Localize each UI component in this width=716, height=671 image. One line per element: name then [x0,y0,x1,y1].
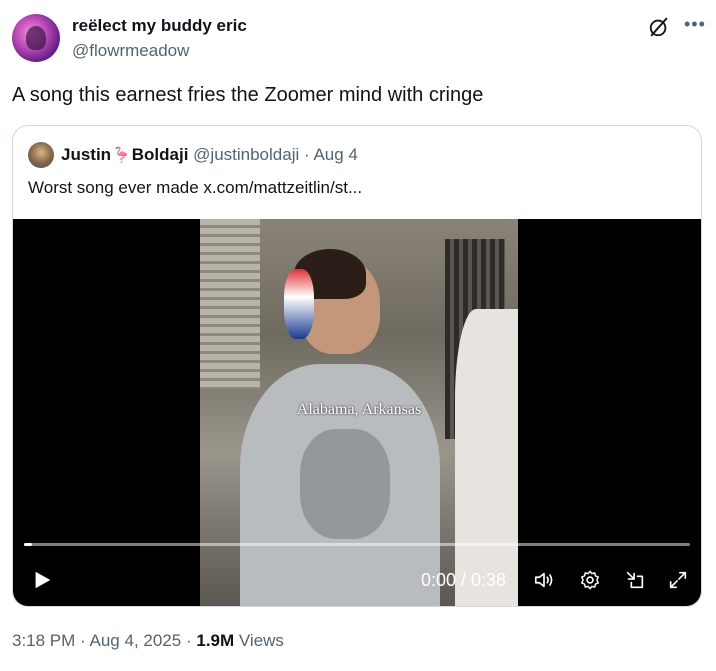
video-frame: Alabama, Arkansas [200,219,518,606]
video-time: 0:00 / 0:38 [421,570,507,590]
views-count: 1.9M [196,631,235,650]
quoted-tweet[interactable]: Justin🦩Boldaji @justinboldaji · Aug 4 Wo… [12,125,702,607]
views-label: Views [238,631,284,650]
footer-dot-2: · [185,631,192,650]
flamingo-emoji: 🦩 [112,147,131,164]
author-handle[interactable]: @flowrmeadow [72,41,189,61]
fullscreen-icon[interactable] [667,569,689,591]
grok-icon[interactable] [648,16,670,38]
author-name[interactable]: reëlect my buddy eric [72,16,247,36]
more-icon[interactable]: ••• [684,14,706,35]
tweet-text: A song this earnest fries the Zoomer min… [12,84,484,106]
video-player[interactable]: Alabama, Arkansas 0:00 / 0:38 [13,219,701,606]
video-caption: Alabama, Arkansas [296,401,422,418]
play-icon[interactable] [31,569,53,591]
tweet-time[interactable]: 3:18 PM [12,631,75,650]
quote-author-avatar[interactable] [28,142,54,168]
video-progress-fill [24,543,32,546]
footer-dot-1: · [80,631,86,650]
video-progress-bar[interactable] [24,543,690,546]
quote-date[interactable]: Aug 4 [313,145,357,164]
author-avatar[interactable] [12,14,60,62]
settings-icon[interactable] [579,569,601,591]
tweet-footer: 3:18 PM · Aug 4, 2025 · 1.9M Views [12,631,284,651]
quote-author-name-part1[interactable]: Justin [61,145,111,164]
volume-icon[interactable] [533,569,555,591]
quote-header: Justin🦩Boldaji @justinboldaji · Aug 4 [61,145,358,165]
quote-author-handle[interactable]: @justinboldaji [193,145,299,164]
quote-author-name-part2[interactable]: Boldaji [132,145,189,164]
quote-separator: · [303,145,310,164]
tweet-date[interactable]: Aug 4, 2025 [90,631,182,650]
minimize-icon[interactable] [624,569,646,591]
quote-text: Worst song ever made x.com/mattzeitlin/s… [28,178,363,197]
